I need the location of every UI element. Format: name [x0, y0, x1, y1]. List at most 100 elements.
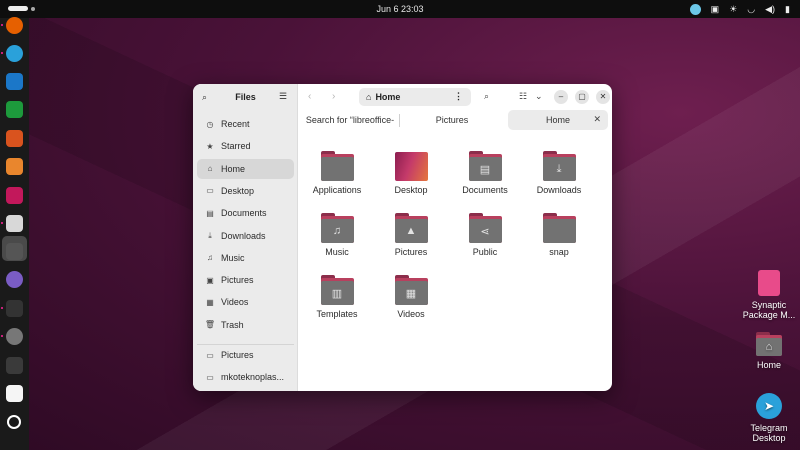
system-monitor-icon[interactable] [6, 357, 23, 374]
search-folder-icon[interactable]: ⌕ [484, 91, 489, 102]
sidebar-bookmark[interactable]: ▭ mkoteknoplas... [197, 367, 294, 387]
folder-icon: ⋖ [468, 213, 502, 243]
folder-icon: ⤓ [542, 151, 576, 181]
folder-icon: ▭ [206, 372, 214, 382]
clock-icon[interactable] [6, 328, 23, 345]
desktop-icon-synaptic[interactable]: Synaptic Package M... [739, 270, 799, 320]
sidebar-item-label: Pictures [221, 350, 254, 360]
clock-icon: ◷ [206, 119, 214, 129]
folder-label: Applications [312, 185, 362, 195]
sidebar-item-downloads[interactable]: ⤓ Downloads [197, 226, 294, 246]
forward-arrow-icon[interactable]: › [332, 91, 335, 102]
folder-label: Music [325, 247, 349, 257]
sidebar-item-label: Home [221, 163, 246, 174]
hamburger-menu-icon[interactable]: ☰ [279, 91, 287, 102]
telegram-icon[interactable] [6, 45, 23, 62]
sidebar-item-documents[interactable]: ▤ Documents [197, 203, 294, 223]
close-button[interactable]: ✕ [596, 90, 610, 104]
picture-icon: ▣ [206, 275, 214, 285]
sidebar-item-label: Documents [221, 208, 267, 219]
running-indicator [1, 52, 3, 54]
terminal-icon[interactable] [6, 300, 23, 317]
folder-applications[interactable]: Applications [300, 151, 374, 195]
folder-icon [394, 151, 428, 181]
desktop-icon: ▭ [206, 186, 214, 196]
volume-icon[interactable]: ◀) [765, 3, 775, 15]
folder-documents[interactable]: ▤ Documents [448, 151, 522, 195]
system-tray[interactable]: ▣ ☀ ◡ ◀) ▮ [689, 3, 790, 15]
folder-icon: ▭ [206, 350, 214, 360]
chevron-down-icon[interactable]: ⌄ [535, 91, 543, 102]
folder-snap[interactable]: snap [522, 213, 596, 257]
folder-icon [320, 151, 354, 181]
video-icon: ▦ [206, 297, 214, 307]
path-menu-icon[interactable]: ⋮ [454, 91, 463, 102]
view-list-icon[interactable]: ☷ [519, 91, 527, 102]
tab-separator [399, 114, 400, 127]
sidebar-item-pictures[interactable]: ▣ Pictures [197, 270, 294, 290]
settings-dots-icon[interactable] [6, 271, 23, 288]
folder-glyph: ▲ [394, 219, 428, 243]
clipboard-icon[interactable]: ▣ [711, 3, 720, 15]
desktop-icon-label: Telegram Desktop [750, 423, 788, 443]
brightness-icon[interactable]: ☀ [729, 3, 737, 15]
firefox-icon[interactable] [6, 17, 23, 34]
folder-label: Pictures [394, 247, 428, 257]
system-tool-icon[interactable] [6, 243, 23, 260]
tab-label: Home [545, 115, 570, 125]
sidebar-item-recent[interactable]: ◷ Recent [197, 114, 294, 134]
tab-label: Pictures [435, 115, 469, 125]
top-bar: Jun 6 23:03 ▣ ☀ ◡ ◀) ▮ [0, 0, 800, 18]
folder-glyph: ▥ [320, 281, 354, 305]
back-arrow-icon[interactable]: ‹ [308, 91, 311, 102]
sidebar-item-trash[interactable]: 🗑 Trash [197, 315, 294, 335]
folder-glyph [542, 219, 576, 243]
folder-public[interactable]: ⋖ Public [448, 213, 522, 257]
minimize-button[interactable]: – [554, 90, 568, 104]
folder-downloads[interactable]: ⤓ Downloads [522, 151, 596, 195]
battery-icon[interactable]: ▮ [785, 3, 790, 15]
telegram-tray-icon[interactable] [689, 3, 701, 15]
folder-desktop[interactable]: Desktop [374, 151, 448, 195]
folder-videos[interactable]: ▦ Videos [374, 275, 448, 319]
ubuntu-icon[interactable] [7, 415, 21, 429]
sidebar-item-label: Starred [221, 141, 251, 152]
folder-glyph: ▦ [394, 281, 428, 305]
dock [0, 17, 29, 450]
sidebar-item-videos[interactable]: ▦ Videos [197, 292, 294, 312]
clock[interactable]: Jun 6 23:03 [0, 4, 800, 14]
tab-search[interactable]: Search for “libreoffice- [304, 110, 396, 130]
sidebar-item-label: mkoteknoplas... [221, 372, 285, 382]
sidebar: ⌕ Files ☰ ◷ Recent ★ Starred ⌂ Home ▭ Desktop ▤ D… [193, 84, 298, 391]
folder-templates[interactable]: ▥ Templates [300, 275, 374, 319]
path-bar[interactable]: ⌂ Home ⋮ [359, 88, 471, 106]
tab-pictures[interactable]: Pictures [403, 110, 501, 130]
desktop-icon-telegram[interactable]: ➤ Telegram Desktop [739, 393, 799, 443]
sidebar-item-label: Videos [221, 297, 249, 308]
libreoffice-impress-icon[interactable] [6, 130, 23, 147]
close-tab-icon[interactable]: ✕ [593, 114, 601, 125]
wifi-icon[interactable]: ◡ [747, 3, 755, 15]
sidebar-item-music[interactable]: ♫ Music [197, 248, 294, 268]
sidebar-item-label: Pictures [221, 275, 254, 286]
libreoffice-writer-icon[interactable] [6, 73, 23, 90]
monitor-graph-icon[interactable] [6, 385, 23, 402]
vscode-icon[interactable] [6, 187, 23, 204]
sidebar-item-desktop[interactable]: ▭ Desktop [197, 181, 294, 201]
app-store-icon[interactable] [6, 158, 23, 175]
synaptic-icon [758, 270, 780, 296]
maximize-button[interactable]: ▢ [575, 90, 589, 104]
sidebar-item-starred[interactable]: ★ Starred [197, 136, 294, 156]
folder-music[interactable]: ♫ Music [300, 213, 374, 257]
tab-home[interactable]: Home ✕ [508, 110, 608, 130]
sidebar-bookmark[interactable]: ▭ Pictures [197, 345, 294, 365]
libreoffice-calc-icon[interactable] [6, 101, 23, 118]
folder-pictures[interactable]: ▲ Pictures [374, 213, 448, 257]
folder-glyph: ▤ [468, 157, 502, 181]
sidebar-item-home[interactable]: ⌂ Home [197, 158, 294, 179]
desktop-icon-home[interactable]: ⌂ Home [739, 332, 799, 370]
sidebar-item-label: Recent [221, 119, 250, 129]
star-icon: ★ [206, 141, 214, 151]
folder-glyph [394, 152, 428, 181]
files-icon[interactable] [6, 215, 23, 232]
